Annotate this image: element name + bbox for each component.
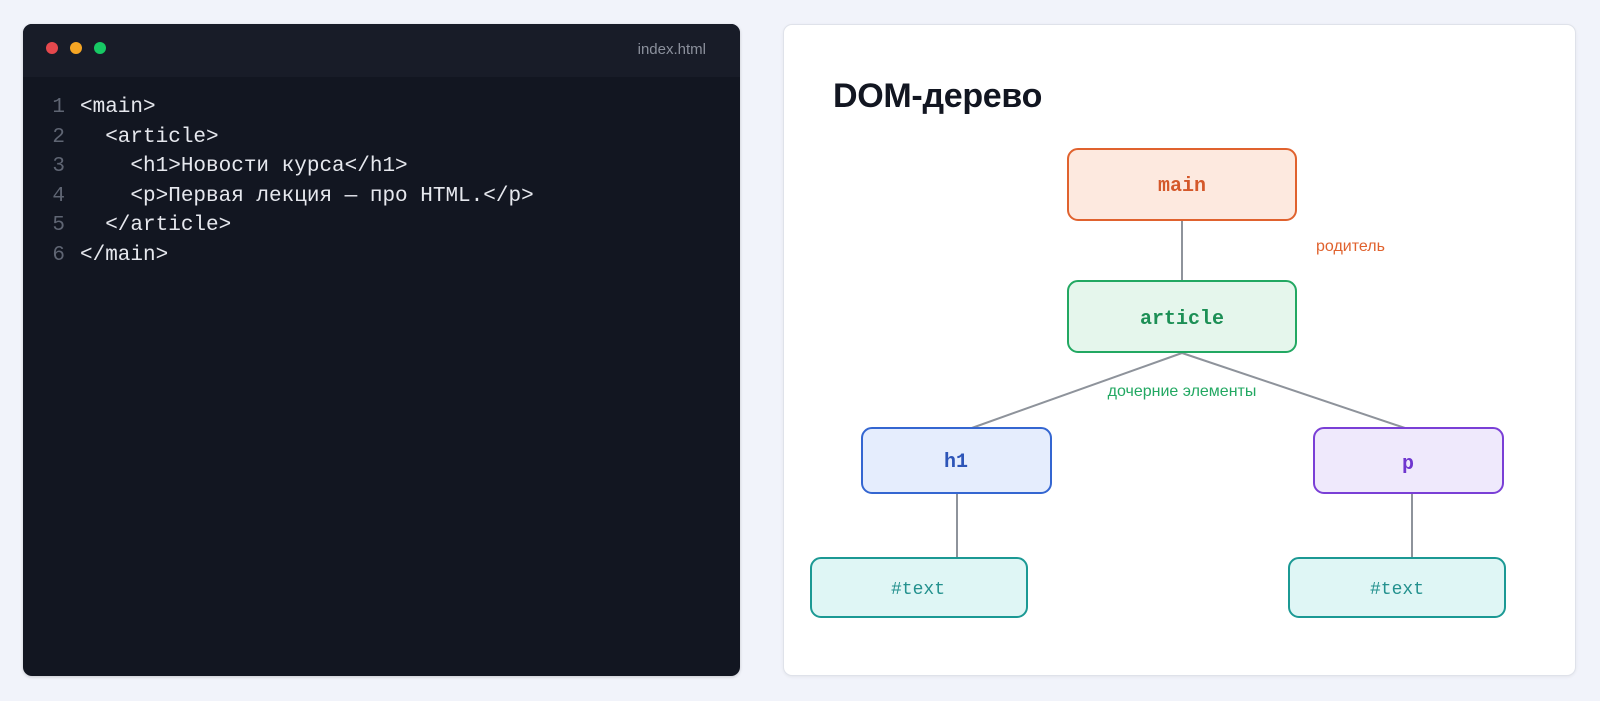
node-h1-label: h1	[944, 451, 968, 474]
node-text-h1[interactable]: #text	[810, 557, 1028, 618]
code-line: 2 <article>	[23, 123, 534, 153]
dom-tree-svg: main article h1 p #text #text родитель д…	[810, 148, 1506, 618]
code-line: 5 </article>	[23, 211, 534, 241]
node-article[interactable]: article	[1067, 280, 1297, 353]
line-number: 5	[52, 214, 65, 237]
code-line: 4 <p>Первая лекция — про HTML.</p>	[23, 182, 534, 212]
code-line: 6 </main>	[23, 241, 534, 271]
node-p[interactable]: p	[1313, 427, 1504, 494]
line-number: 1	[52, 96, 65, 119]
maximize-window-dot[interactable]	[94, 42, 106, 54]
node-p-label: p	[1402, 453, 1414, 476]
annotation-parent: родитель	[1316, 238, 1385, 255]
editor-titlebar: index.html	[23, 24, 740, 77]
code-area[interactable]: 1 <main> 2 <article> 3 <h1>Новости курса…	[23, 93, 534, 271]
node-main[interactable]: main	[1067, 148, 1297, 221]
dom-tree-panel: DOM-дерево main article h1 p #text #text…	[783, 24, 1576, 676]
node-main-label: main	[1158, 175, 1206, 198]
annotation-children: дочерние элементы	[1108, 383, 1257, 400]
line-code: </article>	[80, 214, 232, 237]
line-code: <article>	[80, 125, 219, 149]
minimize-window-dot[interactable]	[70, 42, 82, 54]
code-line: 1 <main>	[23, 93, 534, 123]
line-code: <main>	[80, 96, 156, 119]
line-number: 3	[52, 155, 65, 178]
line-number: 6	[52, 243, 65, 267]
line-number: 2	[52, 125, 65, 149]
node-text-p-label: #text	[1370, 580, 1424, 600]
code-editor-panel: index.html 1 <main> 2 <article> 3 <h1>Но…	[23, 24, 740, 676]
node-article-label: article	[1140, 308, 1224, 331]
line-code: <p>Первая лекция — про HTML.</p>	[80, 184, 534, 208]
close-window-dot[interactable]	[46, 42, 58, 54]
line-number: 4	[52, 184, 65, 208]
line-code: <h1>Новости курса</h1>	[80, 155, 408, 178]
editor-filename: index.html	[637, 41, 706, 58]
code-line: 3 <h1>Новости курса</h1>	[23, 152, 534, 182]
node-text-p[interactable]: #text	[1288, 557, 1506, 618]
node-h1[interactable]: h1	[861, 427, 1052, 494]
node-text-h1-label: #text	[891, 580, 945, 600]
line-code: </main>	[80, 243, 169, 267]
